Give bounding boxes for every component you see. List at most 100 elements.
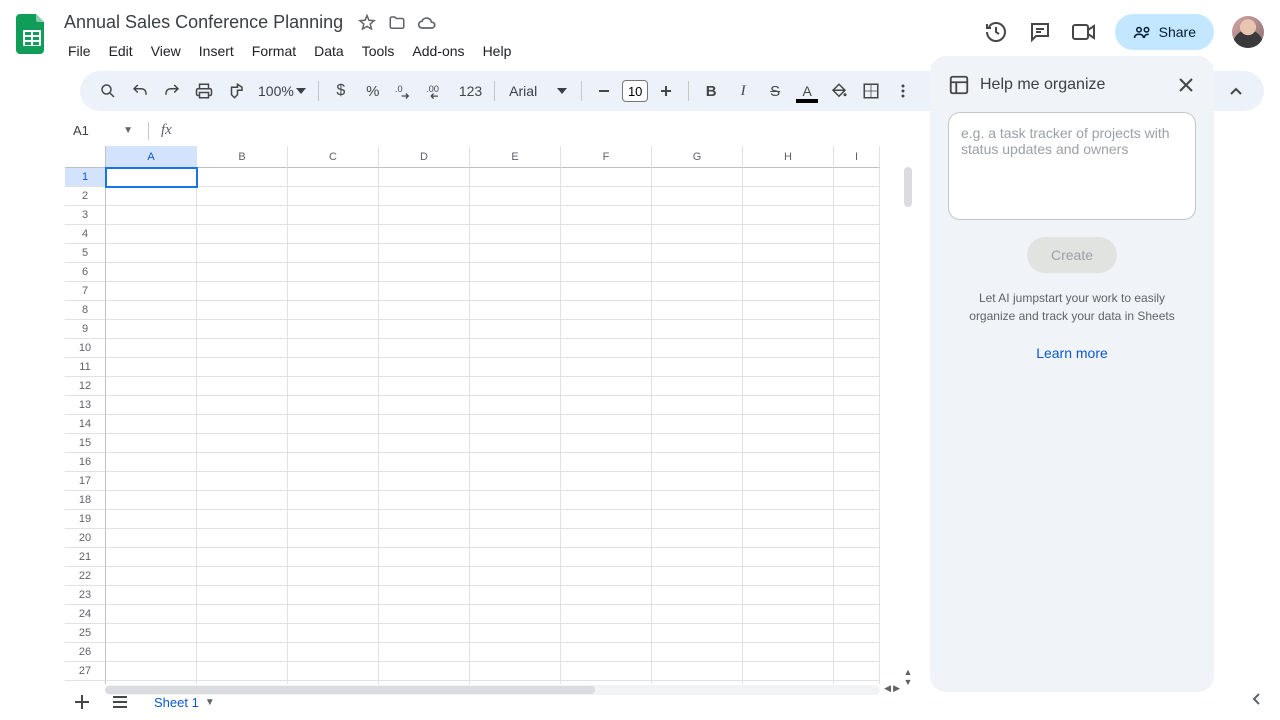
text-color-icon[interactable]: A: [793, 77, 821, 105]
cell[interactable]: [106, 206, 197, 225]
cell[interactable]: [197, 187, 288, 206]
expand-side-panel-icon[interactable]: [1248, 690, 1266, 708]
cell[interactable]: [834, 244, 880, 263]
sheets-logo-icon[interactable]: [16, 14, 48, 54]
cell[interactable]: [288, 643, 379, 662]
cell[interactable]: [561, 624, 652, 643]
cell[interactable]: [379, 244, 470, 263]
row-header[interactable]: 19: [65, 510, 106, 529]
cell[interactable]: [470, 529, 561, 548]
cell[interactable]: [743, 624, 834, 643]
row-header[interactable]: 10: [65, 339, 106, 358]
row-header[interactable]: 5: [65, 244, 106, 263]
cell[interactable]: [561, 358, 652, 377]
cell[interactable]: [379, 624, 470, 643]
cell[interactable]: [743, 548, 834, 567]
select-all-corner[interactable]: [65, 146, 106, 168]
row-header[interactable]: 6: [65, 263, 106, 282]
cell[interactable]: [288, 225, 379, 244]
add-sheet-icon[interactable]: [68, 688, 96, 716]
font-family-select[interactable]: Arial: [503, 83, 573, 99]
cell[interactable]: [470, 586, 561, 605]
cell[interactable]: [470, 472, 561, 491]
cell[interactable]: [652, 548, 743, 567]
cell[interactable]: [470, 415, 561, 434]
star-icon[interactable]: [357, 13, 377, 33]
cell[interactable]: [652, 415, 743, 434]
cell[interactable]: [379, 529, 470, 548]
cell[interactable]: [106, 415, 197, 434]
cell[interactable]: [379, 548, 470, 567]
cell[interactable]: [288, 662, 379, 681]
column-header[interactable]: B: [197, 146, 288, 168]
sheet-tab-active[interactable]: Sheet 1 ▼: [144, 689, 225, 716]
cell[interactable]: [288, 320, 379, 339]
row-header[interactable]: 17: [65, 472, 106, 491]
column-header[interactable]: D: [379, 146, 470, 168]
more-tools-icon[interactable]: [889, 77, 917, 105]
cell[interactable]: [106, 168, 197, 187]
search-menus-icon[interactable]: [94, 77, 122, 105]
cell[interactable]: [379, 586, 470, 605]
column-header[interactable]: F: [561, 146, 652, 168]
row-header[interactable]: 16: [65, 453, 106, 472]
row-header[interactable]: 13: [65, 396, 106, 415]
redo-icon[interactable]: [158, 77, 186, 105]
cell[interactable]: [197, 510, 288, 529]
cell[interactable]: [470, 187, 561, 206]
menu-view[interactable]: View: [143, 39, 189, 63]
vertical-scrollbar[interactable]: [904, 167, 914, 685]
cell[interactable]: [561, 206, 652, 225]
cell[interactable]: [561, 529, 652, 548]
cell[interactable]: [470, 263, 561, 282]
cell[interactable]: [652, 244, 743, 263]
cell[interactable]: [834, 282, 880, 301]
cell[interactable]: [197, 396, 288, 415]
cell[interactable]: [197, 339, 288, 358]
cell[interactable]: [652, 624, 743, 643]
menu-file[interactable]: File: [60, 39, 99, 63]
cell[interactable]: [288, 282, 379, 301]
cell[interactable]: [743, 605, 834, 624]
cell[interactable]: [197, 225, 288, 244]
cell[interactable]: [288, 453, 379, 472]
row-header[interactable]: 11: [65, 358, 106, 377]
cell[interactable]: [834, 206, 880, 225]
zoom-select[interactable]: 100%: [254, 83, 310, 99]
cell[interactable]: [834, 491, 880, 510]
cell[interactable]: [652, 662, 743, 681]
cell[interactable]: [197, 415, 288, 434]
cell[interactable]: [652, 491, 743, 510]
cell[interactable]: [743, 567, 834, 586]
percent-icon[interactable]: %: [359, 77, 387, 105]
column-header[interactable]: H: [743, 146, 834, 168]
row-header[interactable]: 15: [65, 434, 106, 453]
cell[interactable]: [470, 396, 561, 415]
cell[interactable]: [288, 491, 379, 510]
cell[interactable]: [106, 529, 197, 548]
cell[interactable]: [834, 624, 880, 643]
cell[interactable]: [652, 339, 743, 358]
cell[interactable]: [834, 377, 880, 396]
cell[interactable]: [652, 358, 743, 377]
cell[interactable]: [197, 320, 288, 339]
undo-icon[interactable]: [126, 77, 154, 105]
fx-icon[interactable]: fx: [155, 122, 178, 139]
cell[interactable]: [561, 263, 652, 282]
cell[interactable]: [288, 510, 379, 529]
cell[interactable]: [834, 358, 880, 377]
collapse-toolbar-icon[interactable]: [1222, 77, 1250, 105]
organize-prompt-input[interactable]: [948, 112, 1196, 220]
row-header[interactable]: 9: [65, 320, 106, 339]
cell[interactable]: [197, 377, 288, 396]
cell[interactable]: [743, 586, 834, 605]
row-header[interactable]: 14: [65, 415, 106, 434]
cell[interactable]: [743, 472, 834, 491]
cell[interactable]: [561, 339, 652, 358]
close-panel-icon[interactable]: [1176, 75, 1196, 95]
cell[interactable]: [288, 358, 379, 377]
cell[interactable]: [379, 320, 470, 339]
menu-help[interactable]: Help: [475, 39, 520, 63]
row-header[interactable]: 7: [65, 282, 106, 301]
cell[interactable]: [561, 643, 652, 662]
